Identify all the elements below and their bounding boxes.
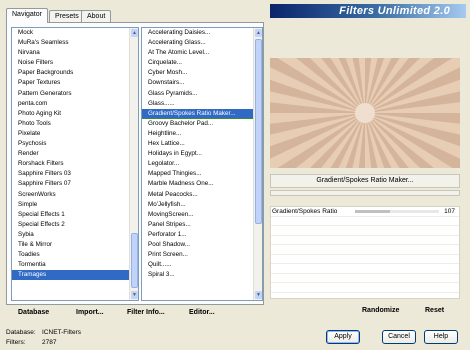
- parameter-row-empty: [271, 274, 459, 283]
- filter-list[interactable]: Accelerating Daisies... Accelerating Glas…: [141, 27, 263, 301]
- list-item[interactable]: Pixelate: [12, 129, 138, 139]
- list-item[interactable]: Toadies: [12, 250, 138, 260]
- list-item[interactable]: Paper Backgrounds: [12, 68, 138, 78]
- list-item[interactable]: Tramages: [12, 270, 138, 281]
- category-list[interactable]: Mock MuRa's Seamless Nirvana Noise Filters P…: [11, 27, 139, 301]
- list-item[interactable]: Sapphire Filters 07: [12, 179, 138, 189]
- list-item[interactable]: Sapphire Filters 03: [12, 169, 138, 179]
- reset-button[interactable]: Reset: [425, 307, 444, 314]
- list-item[interactable]: Spiral 3...: [142, 270, 262, 280]
- parameter-row-empty: [271, 217, 459, 226]
- list-item[interactable]: Accelerating Glass...: [142, 38, 262, 48]
- list-item[interactable]: Downstairs...: [142, 78, 262, 88]
- list-item[interactable]: Gradient/Spokes Ratio Maker...: [142, 108, 262, 119]
- list-item[interactable]: Nirvana: [12, 48, 138, 58]
- status-filters: Filters: 2787: [6, 339, 56, 346]
- scroll-thumb[interactable]: [255, 39, 262, 224]
- database-label: Database:: [6, 329, 36, 336]
- list-item[interactable]: Panel Stripes...: [142, 220, 262, 230]
- list-item[interactable]: Mapped Thingies...: [142, 169, 262, 179]
- scroll-thumb[interactable]: [131, 233, 138, 288]
- list-item[interactable]: MovingScreen...: [142, 210, 262, 220]
- list-item[interactable]: Marble Madness One...: [142, 179, 262, 189]
- list-item[interactable]: Heightline...: [142, 129, 262, 139]
- parameter-slider-fill: [355, 210, 391, 213]
- list-item[interactable]: Groovy Bachelor Pad...: [142, 119, 262, 129]
- list-item[interactable]: Simple: [12, 200, 138, 210]
- list-item[interactable]: Glass......: [142, 99, 262, 109]
- status-database: Database: ICNET-Filters: [6, 329, 81, 336]
- parameter-row[interactable]: Gradient/Spokes Ratio 107: [271, 207, 459, 217]
- filters-label: Filters:: [6, 339, 26, 346]
- filter-info-button[interactable]: Filter Info...: [127, 307, 165, 319]
- list-item[interactable]: At The Atomic Level...: [142, 48, 262, 58]
- list-item[interactable]: ScreenWorks: [12, 190, 138, 200]
- list-item[interactable]: Pattern Generators: [12, 89, 138, 99]
- list-item[interactable]: Pool Shadow...: [142, 240, 262, 250]
- list-item[interactable]: Special Effects 2: [12, 220, 138, 230]
- app-title-banner: Filters Unlimited 2.0: [270, 4, 466, 18]
- navigator-panel: Mock MuRa's Seamless Nirvana Noise Filters P…: [6, 22, 264, 305]
- list-item[interactable]: Rorshack Filters: [12, 159, 138, 169]
- parameter-row-empty: [271, 264, 459, 274]
- category-scrollbar[interactable]: ▲ ▼: [129, 28, 138, 300]
- filters-value: 2787: [42, 339, 57, 346]
- list-item[interactable]: Photo Aging Kit: [12, 109, 138, 119]
- parameter-row-empty: [271, 245, 459, 255]
- list-item[interactable]: Tormentia: [12, 260, 138, 270]
- import-button[interactable]: Import...: [76, 307, 104, 319]
- randomize-button[interactable]: Randomize: [362, 307, 399, 314]
- list-item[interactable]: Cyber Mosh...: [142, 68, 262, 78]
- list-item[interactable]: Sybia: [12, 230, 138, 240]
- database-value: ICNET-Filters: [42, 329, 81, 336]
- parameter-value: 107: [444, 208, 455, 215]
- editor-button[interactable]: Editor...: [189, 307, 215, 319]
- parameter-panel: Gradient/Spokes Ratio 107: [270, 206, 460, 299]
- list-item[interactable]: Legolator...: [142, 159, 262, 169]
- cancel-button[interactable]: Cancel: [382, 330, 416, 344]
- scroll-down-icon[interactable]: ▼: [131, 291, 138, 299]
- list-item[interactable]: Glass Pyramids...: [142, 89, 262, 99]
- scroll-up-icon[interactable]: ▲: [131, 29, 138, 37]
- list-item[interactable]: Psychosis: [12, 139, 138, 149]
- list-item[interactable]: Tile & Mirror: [12, 240, 138, 250]
- list-item[interactable]: Hex Lattice...: [142, 139, 262, 149]
- apply-button[interactable]: Apply: [326, 330, 360, 344]
- filter-scrollbar[interactable]: ▲ ▼: [253, 28, 262, 300]
- parameter-label: Gradient/Spokes Ratio: [272, 208, 338, 215]
- list-item[interactable]: Paper Textures: [12, 78, 138, 88]
- list-item[interactable]: Accelerating Daisies...: [142, 28, 262, 38]
- list-item[interactable]: Metal Peacocks...: [142, 190, 262, 200]
- filter-name-button[interactable]: Gradient/Spokes Ratio Maker...: [270, 174, 460, 188]
- list-item[interactable]: Photo Tools: [12, 119, 138, 129]
- parameter-row-empty: [271, 255, 459, 264]
- list-item[interactable]: Holidays in Egypt...: [142, 149, 262, 159]
- category-items: Mock MuRa's Seamless Nirvana Noise Filters P…: [12, 28, 138, 281]
- scroll-up-icon[interactable]: ▲: [255, 29, 262, 37]
- database-button[interactable]: Database: [18, 307, 49, 319]
- list-item[interactable]: MuRa's Seamless: [12, 38, 138, 48]
- scroll-down-icon[interactable]: ▼: [255, 291, 262, 299]
- preview-zoom-slider[interactable]: [270, 190, 460, 196]
- tab-navigator[interactable]: Navigator: [6, 8, 48, 23]
- filter-preview: [270, 58, 460, 168]
- parameter-row-empty: [271, 236, 459, 245]
- list-item[interactable]: Mo'Jellyfish...: [142, 200, 262, 210]
- list-item[interactable]: penta.com: [12, 99, 138, 109]
- help-button[interactable]: Help: [424, 330, 458, 344]
- parameter-row-empty: [271, 226, 459, 236]
- list-item[interactable]: Perforator 1...: [142, 230, 262, 240]
- list-item[interactable]: Noise Filters: [12, 58, 138, 68]
- parameter-slider[interactable]: [355, 210, 439, 213]
- list-item[interactable]: Cirquelate...: [142, 58, 262, 68]
- list-item[interactable]: Render: [12, 149, 138, 159]
- list-item[interactable]: Quilt......: [142, 260, 262, 270]
- list-item[interactable]: Special Effects 1: [12, 210, 138, 220]
- list-item[interactable]: Print Screen...: [142, 250, 262, 260]
- preview-center-glow: [355, 103, 375, 123]
- preview-image: [270, 58, 460, 168]
- parameter-row-empty: [271, 283, 459, 293]
- filter-items: Accelerating Daisies... Accelerating Glas…: [142, 28, 262, 280]
- list-item[interactable]: Mock: [12, 28, 138, 38]
